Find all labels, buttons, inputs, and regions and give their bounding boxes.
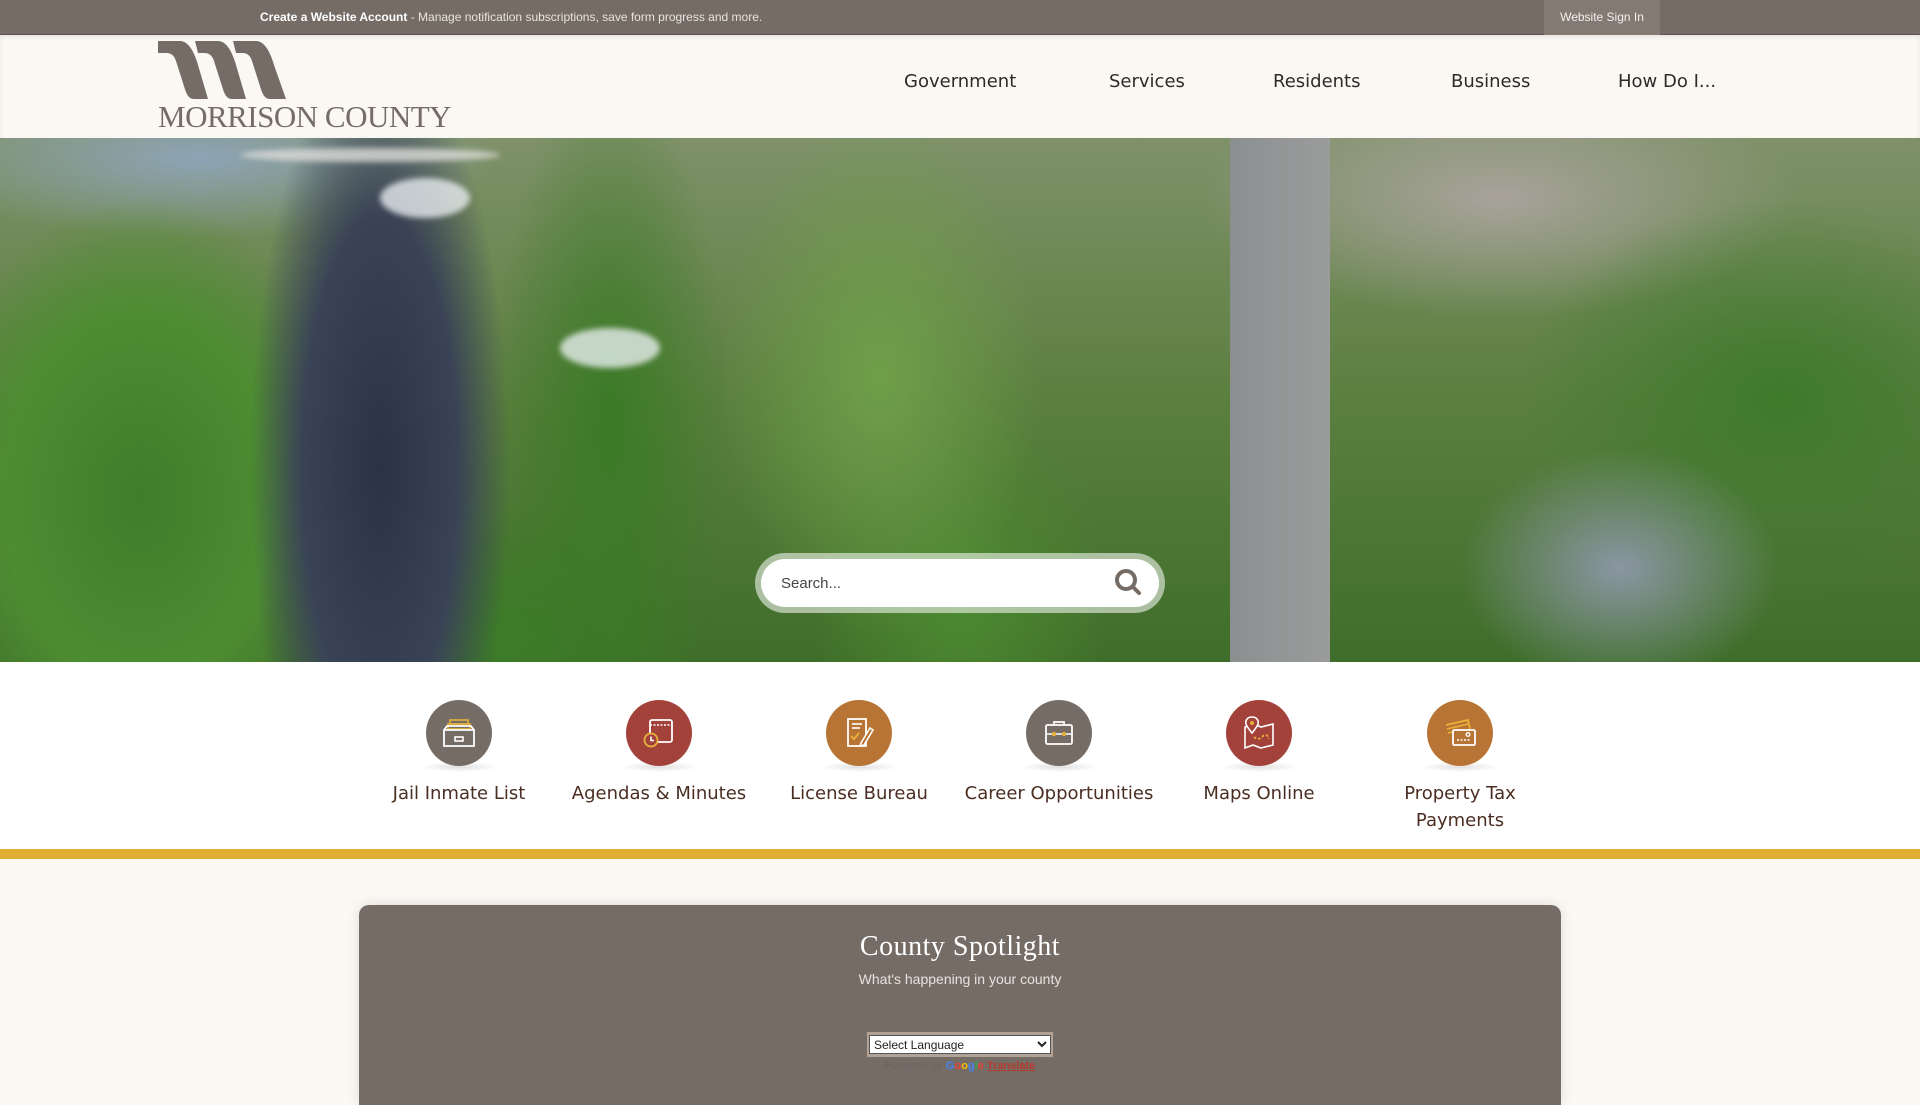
site-header: MORRISON COUNTY Government Services Resi… xyxy=(0,35,1920,138)
calendar-clock-icon xyxy=(643,719,673,748)
nav-business[interactable]: Business xyxy=(1451,71,1530,92)
quick-link-label: License Bureau xyxy=(790,783,928,804)
credit-card-icon xyxy=(1445,718,1476,746)
nav-how-do-i[interactable]: How Do I... xyxy=(1618,71,1716,92)
quick-link-circle xyxy=(426,700,492,766)
rapids-foam xyxy=(560,328,660,368)
quick-link-circle xyxy=(1026,700,1092,766)
hero-banner xyxy=(0,138,1920,662)
google-logo: Google xyxy=(945,1060,984,1072)
bridge xyxy=(240,148,500,162)
search-button[interactable] xyxy=(1111,566,1145,600)
quick-link-license-bureau[interactable]: License Bureau xyxy=(759,700,959,807)
quick-link-circle xyxy=(1427,700,1493,766)
waterfall-foam xyxy=(380,178,470,218)
briefcase-icon xyxy=(1045,721,1073,745)
top-utility-bar: Create a Website Account - Manage notifi… xyxy=(0,0,1920,35)
powered-by-label: Powered by xyxy=(884,1060,943,1072)
language-select-wrapper: Select Language xyxy=(867,1032,1053,1057)
spotlight-title: County Spotlight xyxy=(859,931,1061,962)
quick-link-jail-inmate-list[interactable]: Jail Inmate List xyxy=(359,700,559,807)
search-box xyxy=(755,553,1165,613)
search-input[interactable] xyxy=(761,559,1159,607)
quick-link-label: Agendas & Minutes xyxy=(571,783,747,804)
quick-link-label: Career Opportunities xyxy=(964,783,1154,804)
nav-residents[interactable]: Residents xyxy=(1273,71,1361,92)
quick-link-career-opportunities[interactable]: Career Opportunities xyxy=(959,700,1159,807)
translate-link[interactable]: Translate xyxy=(987,1060,1035,1072)
quick-link-circle xyxy=(826,700,892,766)
quick-link-maps-online[interactable]: Maps Online xyxy=(1159,700,1359,807)
quick-link-circle xyxy=(1226,700,1292,766)
gold-divider xyxy=(0,849,1920,859)
map-pin-icon xyxy=(1244,716,1274,750)
nav-services[interactable]: Services xyxy=(1109,71,1185,92)
quick-link-label: Jail Inmate List xyxy=(392,783,526,804)
quick-link-label: Property Tax Payments xyxy=(1404,783,1516,831)
create-account-link[interactable]: Create a Website Account xyxy=(260,10,407,24)
quick-link-circle xyxy=(626,700,692,766)
county-spotlight-section: County Spotlight What's happening in you… xyxy=(359,905,1561,1105)
nav-government[interactable]: Government xyxy=(904,71,1016,92)
quick-link-label: Maps Online xyxy=(1203,783,1315,804)
quick-link-agendas-minutes[interactable]: Agendas & Minutes xyxy=(559,700,759,807)
search-icon xyxy=(1115,568,1141,595)
spotlight-subtitle: What's happening in your county xyxy=(858,971,1062,987)
quick-links-section: Jail Inmate List Agendas & Minutes Licen… xyxy=(0,662,1920,849)
account-message: Create a Website Account - Manage notifi… xyxy=(260,0,762,35)
language-select[interactable]: Select Language xyxy=(869,1035,1051,1054)
powered-by-google-translate: Powered by Google Translate xyxy=(359,1060,1561,1072)
website-sign-in-button[interactable]: Website Sign In xyxy=(1544,0,1660,35)
logo-text: MORRISON COUNTY xyxy=(158,99,452,134)
account-description: - Manage notification subscriptions, sav… xyxy=(407,10,763,24)
main-navigation: Government Services Residents Business H… xyxy=(0,71,1920,101)
quick-link-property-tax-payments[interactable]: Property Tax Payments xyxy=(1360,700,1560,834)
file-drawer-icon xyxy=(443,719,475,747)
document-pen-icon xyxy=(847,718,875,748)
